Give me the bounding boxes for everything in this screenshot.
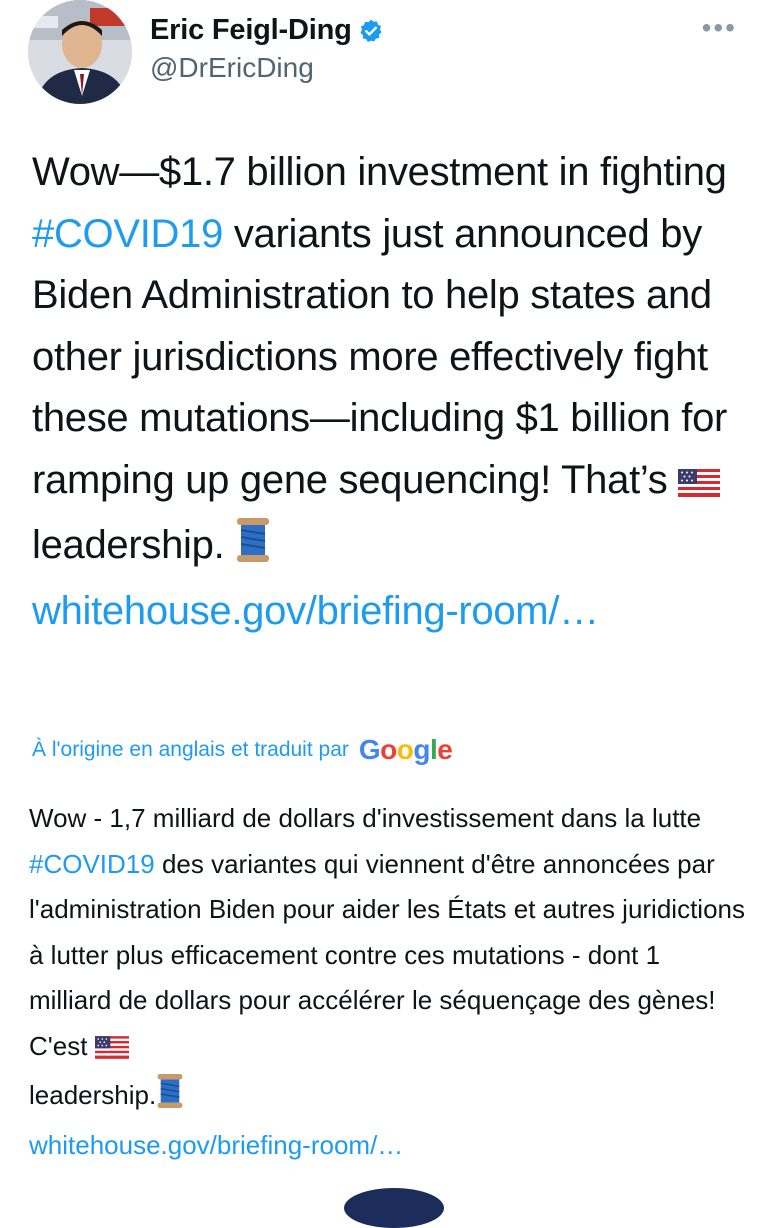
tweet-text: Wow—$1.7 billion investment in fighting … <box>32 142 744 642</box>
translation-part2: des variantes qui viennent d'être annonc… <box>29 848 745 1061</box>
translated-url-link[interactable]: whitehouse.gov/briefing-room/… <box>29 1130 403 1160</box>
author-handle[interactable]: @DrEricDing <box>150 52 314 84</box>
hashtag-link[interactable]: #COVID19 <box>32 212 223 256</box>
translation-part1: Wow - 1,7 milliard de dollars d'investis… <box>29 803 702 833</box>
thread-spool-emoji <box>235 518 271 581</box>
us-flag-emoji <box>678 454 721 516</box>
tweet-text-part3: leadership. <box>32 523 236 567</box>
google-logo: Google <box>358 734 453 765</box>
thread-spool-emoji <box>156 1074 184 1123</box>
translated-text: Wow - 1,7 milliard de dollars d'investis… <box>29 796 749 1168</box>
author-display-name[interactable]: Eric Feigl-Ding <box>150 14 352 47</box>
translation-notice[interactable]: À l'origine en anglais et traduit par Go… <box>32 734 453 766</box>
tweet-url-link[interactable]: whitehouse.gov/briefing-room/… <box>32 589 599 633</box>
verified-badge-icon <box>358 18 384 44</box>
more-options-icon[interactable]: ••• <box>702 14 737 42</box>
translation-notice-label[interactable]: À l'origine en anglais et traduit par <box>32 738 349 762</box>
author-name-row[interactable]: Eric Feigl-Ding <box>150 14 384 47</box>
us-flag-emoji <box>94 1028 129 1074</box>
avatar[interactable] <box>28 0 132 104</box>
translated-hashtag-link[interactable]: #COVID19 <box>29 849 155 879</box>
tweet-text-part1: Wow—$1.7 billion investment in fighting <box>32 150 727 194</box>
translation-part3: leadership. <box>29 1080 157 1110</box>
embedded-card-preview[interactable] <box>344 1188 444 1228</box>
tweet-header: Eric Feigl-Ding @DrEricDing ••• <box>0 0 767 110</box>
avatar-photo <box>28 0 132 104</box>
